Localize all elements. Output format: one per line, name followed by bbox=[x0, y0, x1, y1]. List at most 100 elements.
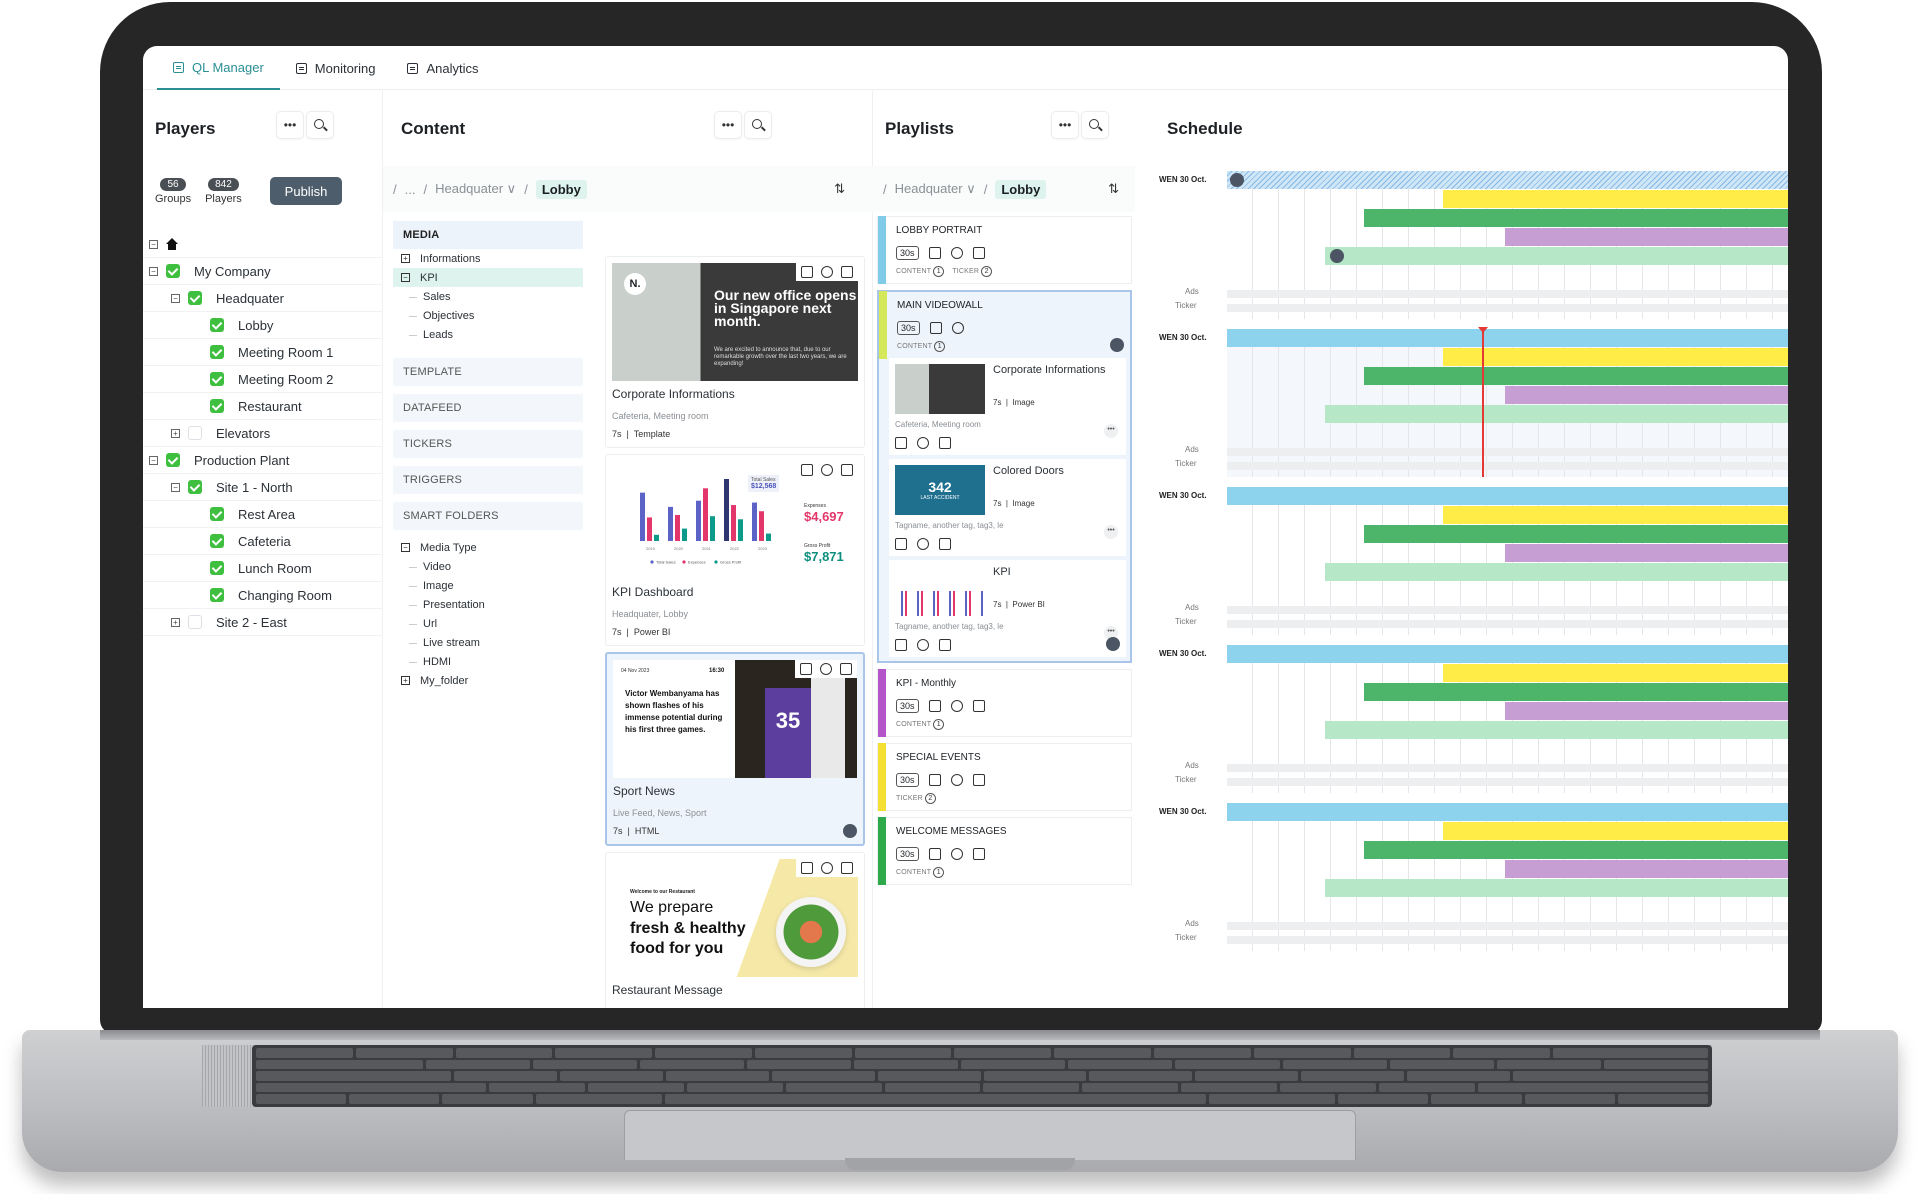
duration-badge[interactable]: 30s bbox=[896, 246, 919, 260]
tree-checkbox[interactable] bbox=[210, 345, 224, 359]
schedule-icon[interactable] bbox=[972, 700, 985, 712]
tree-root[interactable]: − bbox=[143, 231, 383, 258]
tree-item[interactable]: − My Company bbox=[143, 258, 383, 285]
tree-item[interactable]: Meeting Room 1 bbox=[143, 339, 383, 366]
expand-icon[interactable]: + bbox=[171, 428, 180, 438]
link-icon[interactable] bbox=[917, 538, 929, 550]
playlist-item[interactable]: WELCOME MESSAGES 30s CONTENT 1 bbox=[877, 817, 1132, 885]
expand-icon[interactable]: + bbox=[401, 254, 410, 263]
schedule-icon[interactable] bbox=[972, 247, 985, 259]
content-more-button[interactable]: ••• bbox=[714, 111, 742, 139]
schedule-bar-green[interactable] bbox=[1364, 841, 1788, 859]
publish-button[interactable]: Publish bbox=[270, 177, 342, 205]
screen-icon[interactable] bbox=[800, 663, 812, 675]
schedule-icon[interactable] bbox=[841, 464, 853, 476]
edit-icon[interactable] bbox=[843, 824, 857, 838]
link-icon[interactable] bbox=[951, 322, 964, 334]
duration-badge[interactable]: 30s bbox=[896, 699, 919, 713]
schedule-icon[interactable] bbox=[972, 848, 985, 860]
breadcrumb-current[interactable]: Lobby bbox=[535, 179, 587, 199]
collapse-icon[interactable]: − bbox=[401, 273, 410, 282]
ads-lane[interactable] bbox=[1227, 290, 1788, 298]
ads-lane[interactable] bbox=[1227, 606, 1788, 614]
tree-checkbox[interactable] bbox=[188, 426, 202, 440]
category-media[interactable]: MEDIA bbox=[393, 221, 583, 249]
expand-icon[interactable]: + bbox=[171, 617, 180, 627]
tree-checkbox[interactable] bbox=[210, 534, 224, 548]
screen-icon[interactable] bbox=[895, 437, 907, 449]
breadcrumb-headquater[interactable]: Headquater ∨ bbox=[435, 181, 516, 197]
category-smart-folders[interactable]: SMART FOLDERS bbox=[393, 502, 583, 530]
ticker-lane[interactable] bbox=[1227, 936, 1788, 944]
category-item[interactable]: Sales bbox=[393, 287, 583, 306]
tree-checkbox[interactable] bbox=[210, 372, 224, 386]
schedule-bar-green[interactable] bbox=[1364, 209, 1788, 227]
schedule-bar-yellow[interactable] bbox=[1442, 664, 1788, 682]
tree-checkbox[interactable] bbox=[210, 561, 224, 575]
ads-lane[interactable] bbox=[1227, 922, 1788, 930]
category-template[interactable]: TEMPLATE bbox=[393, 358, 583, 386]
content-card[interactable]: Welcome to our Restaurant We prepare fre… bbox=[605, 852, 865, 1008]
tree-item[interactable]: Lunch Room bbox=[143, 555, 383, 582]
screen-icon[interactable] bbox=[895, 538, 907, 550]
edit-icon[interactable] bbox=[1329, 249, 1344, 263]
tree-checkbox[interactable] bbox=[188, 291, 202, 305]
edit-icon[interactable] bbox=[1230, 173, 1244, 187]
schedule-bar-mint[interactable] bbox=[1325, 247, 1788, 265]
schedule-bar-purple[interactable] bbox=[1504, 386, 1788, 404]
schedule-icon[interactable] bbox=[841, 862, 853, 874]
playlist-item[interactable]: MAIN VIDEOWALL 30s CONTENT 1 Corporate Infor… bbox=[877, 290, 1132, 663]
duration-badge[interactable]: 30s bbox=[897, 321, 920, 335]
tree-checkbox[interactable] bbox=[188, 615, 202, 629]
category-item[interactable]: Video bbox=[393, 557, 583, 576]
screen-icon[interactable] bbox=[929, 322, 942, 334]
breadcrumb-current[interactable]: Lobby bbox=[995, 179, 1047, 199]
link-icon[interactable] bbox=[950, 848, 963, 860]
screen-icon[interactable] bbox=[928, 848, 941, 860]
category-item[interactable]: HDMI bbox=[393, 652, 583, 671]
sort-icon[interactable]: ⇅ bbox=[834, 181, 845, 197]
playlists-more-button[interactable]: ••• bbox=[1051, 111, 1079, 139]
schedule-icon[interactable] bbox=[841, 266, 853, 278]
tree-item[interactable]: − Headquater bbox=[143, 285, 383, 312]
category-item[interactable]: − KPI bbox=[393, 268, 583, 287]
tree-item[interactable]: + Elevators bbox=[143, 420, 383, 447]
playlist-content-item[interactable]: Corporate Informations 7s | Image Cafeteri… bbox=[889, 358, 1126, 455]
tree-item[interactable]: Changing Room bbox=[143, 582, 383, 609]
screen-icon[interactable] bbox=[801, 464, 813, 476]
tab-monitoring[interactable]: Monitoring bbox=[280, 46, 392, 90]
schedule-bar-purple[interactable] bbox=[1504, 860, 1788, 878]
content-search-button[interactable] bbox=[744, 111, 772, 139]
collapse-icon[interactable]: − bbox=[171, 482, 180, 492]
screen-icon[interactable] bbox=[801, 266, 813, 278]
duration-badge[interactable]: 30s bbox=[896, 773, 919, 787]
link-icon[interactable] bbox=[821, 464, 833, 476]
collapse-icon[interactable]: − bbox=[149, 266, 158, 276]
schedule-bar-purple[interactable] bbox=[1504, 228, 1788, 246]
screen-icon[interactable] bbox=[928, 247, 941, 259]
category-item[interactable]: + Informations bbox=[393, 249, 583, 268]
schedule-bar-blue[interactable] bbox=[1227, 329, 1788, 347]
schedule-icon[interactable] bbox=[939, 639, 951, 651]
tree-item[interactable]: Restaurant bbox=[143, 393, 383, 420]
tree-checkbox[interactable] bbox=[166, 264, 180, 278]
ticker-lane[interactable] bbox=[1227, 462, 1788, 470]
more-options-button[interactable]: ••• bbox=[1104, 424, 1118, 438]
content-card[interactable]: 2019 2020 2021 2022 2023 Total Sales Expenses G… bbox=[605, 454, 865, 646]
schedule-bar-mint[interactable] bbox=[1325, 405, 1788, 423]
ticker-lane[interactable] bbox=[1227, 778, 1788, 786]
playlist-item[interactable]: KPI - Monthly 30s CONTENT 1 bbox=[877, 669, 1132, 737]
tree-item[interactable]: − Production Plant bbox=[143, 447, 383, 474]
schedule-bar-yellow[interactable] bbox=[1442, 506, 1788, 524]
ticker-lane[interactable] bbox=[1227, 304, 1788, 312]
playlist-content-item[interactable]: KPI 7s | Power BI Tagname, another tag, ta… bbox=[889, 560, 1126, 657]
schedule-bar-blue[interactable] bbox=[1227, 487, 1788, 505]
schedule-bar-blue[interactable] bbox=[1227, 645, 1788, 663]
collapse-icon[interactable]: − bbox=[149, 455, 158, 465]
schedule-bar-yellow[interactable] bbox=[1442, 822, 1788, 840]
playlist-item[interactable]: LOBBY PORTRAIT 30s CONTENT 1 TICKER 2 bbox=[877, 216, 1132, 284]
edit-icon[interactable] bbox=[1106, 637, 1120, 651]
category-tickers[interactable]: TICKERS bbox=[393, 430, 583, 458]
schedule-bar-mint[interactable] bbox=[1325, 721, 1788, 739]
ads-lane[interactable] bbox=[1227, 764, 1788, 772]
